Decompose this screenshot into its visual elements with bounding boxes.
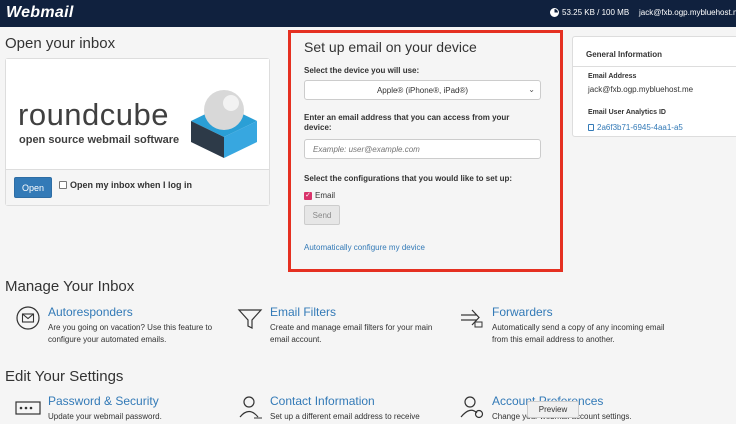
top-bar: Webmail 53.25 KB / 100 MB jack@fxb.ogp.m… xyxy=(0,0,736,27)
open-on-login-option[interactable]: Open my inbox when I log in xyxy=(59,180,192,190)
email-filters-link[interactable]: Email Filters xyxy=(270,305,336,319)
forwarders-link[interactable]: Forwarders xyxy=(492,305,553,319)
autoresponder-icon xyxy=(16,306,40,330)
email-filters-desc: Create and manage email filters for your… xyxy=(270,323,433,344)
roundcube-cube-icon xyxy=(191,90,257,158)
setup-email-panel: Set up email on your device Select the d… xyxy=(288,30,563,272)
open-on-login-label: Open my inbox when I log in xyxy=(70,180,193,190)
contact-info-feature[interactable]: Contact Information Set up a different e… xyxy=(237,394,452,424)
forwarders-desc: Automatically send a copy of any incomin… xyxy=(492,323,665,344)
email-address-input[interactable] xyxy=(304,139,541,159)
analytics-id-value[interactable]: 2a6f3b71-6945-4aa1-a5 xyxy=(588,123,683,132)
email-address-value: jack@fxb.ogp.mybluehost.me xyxy=(588,85,694,94)
send-button[interactable]: Send xyxy=(304,205,340,225)
open-on-login-checkbox[interactable] xyxy=(59,181,67,189)
general-info-heading: General Information xyxy=(586,50,663,59)
copy-icon[interactable] xyxy=(588,124,594,131)
config-label: Select the configurations that you would… xyxy=(304,174,513,183)
chevron-down-icon: ⌄ xyxy=(528,85,535,94)
roundcube-logo[interactable]: roundcube open source webmail software xyxy=(6,59,269,169)
password-icon xyxy=(15,401,41,415)
divider xyxy=(573,66,736,67)
user-menu[interactable]: jack@fxb.ogp.mybluehost.m xyxy=(636,8,736,17)
general-info-card: General Information Email Address jack@f… xyxy=(572,36,736,137)
edit-settings-heading: Edit Your Settings xyxy=(5,368,124,385)
account-preferences-desc: Change your webmail account settings. xyxy=(492,412,632,421)
contact-icon xyxy=(239,396,262,419)
contact-info-link[interactable]: Contact Information xyxy=(270,394,375,408)
inbox-card: roundcube open source webmail software O… xyxy=(5,58,270,206)
email-filters-feature[interactable]: Email Filters Create and manage email fi… xyxy=(237,305,452,345)
roundcube-wordmark: roundcube xyxy=(18,97,170,132)
analytics-id-text: 2a6f3b71-6945-4aa1-a5 xyxy=(597,123,683,132)
forwarders-feature[interactable]: Forwarders Automatically send a copy of … xyxy=(459,305,674,345)
password-security-desc: Update your webmail password. xyxy=(48,412,162,421)
email-address-label: Email Address xyxy=(588,73,637,80)
auto-configure-link[interactable]: Automatically configure my device xyxy=(304,243,425,252)
email-address-label: Enter an email address that you can acce… xyxy=(304,113,510,132)
forward-icon xyxy=(461,309,483,328)
device-label: Select the device you will use: xyxy=(304,66,420,75)
inbox-footer: Open Open my inbox when I log in xyxy=(6,169,269,205)
analytics-id-label: Email User Analytics ID xyxy=(588,109,666,116)
autoresponders-feature[interactable]: Autoresponders Are you going on vacation… xyxy=(15,305,230,345)
preview-tooltip: Preview xyxy=(527,401,579,418)
disk-quota: 53.25 KB / 100 MB xyxy=(550,8,629,17)
account-preferences-icon xyxy=(460,396,484,419)
email-config-option[interactable]: ✓ Email xyxy=(304,191,335,200)
manage-inbox-heading: Manage Your Inbox xyxy=(5,278,135,295)
contact-info-desc: Set up a different email address to rece… xyxy=(270,412,420,421)
email-config-checkbox[interactable]: ✓ xyxy=(304,191,312,200)
open-inbox-heading: Open your inbox xyxy=(5,35,116,52)
email-config-label: Email xyxy=(315,191,336,200)
webmail-logo[interactable]: Webmail xyxy=(6,4,74,22)
password-security-feature[interactable]: Password & Security Update your webmail … xyxy=(15,394,230,424)
device-select[interactable]: Apple® (iPhone®, iPad®) ⌄ xyxy=(304,80,541,100)
roundcube-tagline: open source webmail software xyxy=(19,134,180,146)
filter-icon xyxy=(237,309,263,329)
device-selected-value: Apple® (iPhone®, iPad®) xyxy=(376,85,469,95)
autoresponders-link[interactable]: Autoresponders xyxy=(48,305,133,319)
open-inbox-button[interactable]: Open xyxy=(14,177,52,198)
password-security-link[interactable]: Password & Security xyxy=(48,394,159,408)
user-email: jack@fxb.ogp.mybluehost.m xyxy=(639,8,736,17)
pie-chart-icon xyxy=(550,8,559,17)
quota-text: 53.25 KB / 100 MB xyxy=(562,8,630,17)
autoresponders-desc: Are you going on vacation? Use this feat… xyxy=(48,323,213,344)
setup-title: Set up email on your device xyxy=(304,39,477,55)
